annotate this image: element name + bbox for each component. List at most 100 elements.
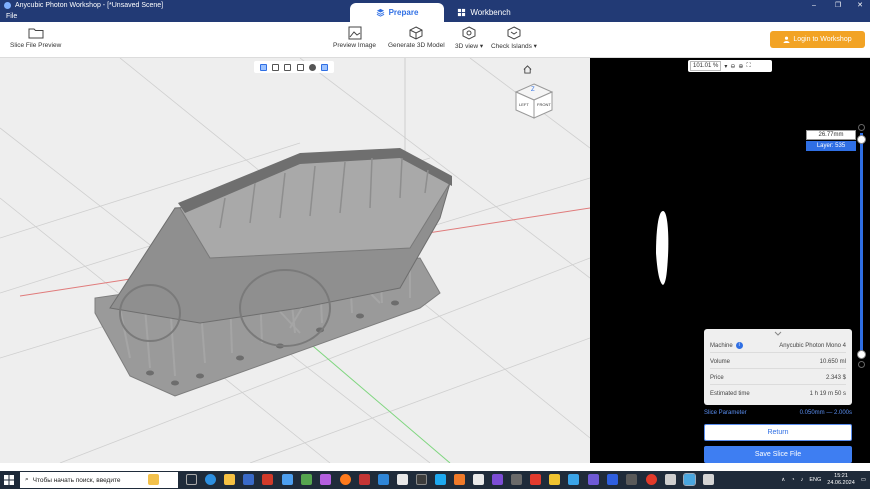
layer-slider-top-handle[interactable] [857, 135, 866, 144]
price-label: Price [710, 374, 724, 381]
layer-height-field[interactable]: 26.77mm [806, 130, 856, 140]
layer-number-badge: Layer: 535 [806, 141, 856, 151]
photon-workshop-taskbar-icon[interactable] [683, 473, 696, 486]
app-icon-violet[interactable] [588, 474, 599, 485]
app-icon-yellow[interactable] [549, 474, 560, 485]
generate-3d-model-label: Generate 3D Model [388, 42, 445, 49]
view-wireframe-icon[interactable] [284, 63, 292, 71]
chevron-down-icon[interactable]: ▾ [724, 63, 727, 70]
app-icon-blue-2[interactable] [378, 474, 389, 485]
slider-bottom-end-icon[interactable] [858, 361, 865, 368]
close-button[interactable]: ✕ [849, 0, 870, 11]
app-icon-white[interactable] [397, 474, 408, 485]
preview-image-button[interactable]: Preview Image [333, 26, 376, 49]
app-icon-purple[interactable] [320, 474, 331, 485]
layer-slice-image [656, 211, 669, 285]
check-islands-button[interactable]: Check Islands ▾ [491, 26, 537, 50]
tab-workbench[interactable]: Workbench [444, 3, 524, 22]
price-row: Price 2.343 $ [710, 371, 846, 385]
slice-file-preview-button[interactable]: Slice File Preview [10, 26, 61, 49]
app-icon-red[interactable] [262, 474, 273, 485]
app-icon-blue[interactable] [282, 474, 293, 485]
save-slice-file-button[interactable]: Save Slice File [704, 446, 852, 463]
tab-prepare[interactable]: Prepare [350, 3, 444, 22]
language-indicator[interactable]: ENG [809, 477, 821, 483]
maximize-button[interactable]: ❐ [827, 0, 849, 11]
volume-icon[interactable]: ♪ [801, 477, 804, 483]
zoom-out-icon[interactable]: ⊖ [730, 63, 735, 70]
login-label: Login to Workshop [793, 36, 852, 43]
cube-icon [409, 26, 423, 40]
machine-row: Machine i Anycubic Photon Mono 4 [710, 339, 846, 353]
app-icon-dark[interactable] [416, 474, 427, 485]
app-logo-icon [4, 2, 11, 9]
store-icon[interactable] [243, 474, 254, 485]
tab-workbench-label: Workbench [470, 8, 511, 17]
app-icon-gray[interactable] [511, 474, 522, 485]
zoom-in-icon[interactable]: ⊕ [738, 63, 743, 70]
view-cube[interactable]: Z LEFT FRONT [512, 80, 556, 122]
slice-parameter[interactable]: Slice Parameter 0.050mm — 2.000s [704, 410, 852, 420]
layer-slider[interactable] [860, 133, 863, 355]
generate-3d-model-button[interactable]: Generate 3D Model [388, 26, 445, 49]
volume-label: Volume [710, 358, 731, 365]
price-value: 2.343 $ [825, 374, 846, 381]
visual-studio-icon[interactable] [492, 474, 503, 485]
clock[interactable]: 15:21 24.06.2024 [827, 473, 855, 487]
volume-row: Volume 10.650 ml [710, 355, 846, 369]
windows-start-icon[interactable] [4, 475, 14, 485]
app-icon-blue-4[interactable] [607, 474, 618, 485]
weather-widget-icon[interactable] [148, 474, 159, 485]
app-icon-gray-2[interactable] [626, 474, 637, 485]
firefox-icon[interactable] [340, 474, 351, 485]
app-icon-blue-3[interactable] [568, 474, 579, 485]
app-icon-light[interactable] [473, 474, 484, 485]
app-icon-red-2[interactable] [359, 474, 370, 485]
notifications-icon[interactable]: ▭ [861, 477, 866, 483]
yandex-browser-icon[interactable] [646, 474, 657, 485]
fit-screen-icon[interactable]: ⛶ [746, 63, 750, 70]
blender-icon[interactable] [454, 474, 465, 485]
model-car-with-supports[interactable] [94, 148, 452, 397]
menu-file[interactable]: File [6, 12, 17, 21]
search-placeholder: Чтобы начать поиск, введите [32, 476, 121, 484]
hexagon-icon [462, 26, 476, 40]
view-solid-icon[interactable] [259, 63, 267, 71]
yandex-icon[interactable] [530, 474, 541, 485]
login-to-workshop-button[interactable]: Login to Workshop [770, 31, 865, 48]
zoom-toolbar: 101.01 % ▾ ⊖ ⊕ ⛶ [688, 60, 772, 72]
view-sphere-icon[interactable] [308, 63, 316, 71]
tray-arrow-icon[interactable]: ∧ [781, 477, 785, 483]
check-islands-label: Check Islands ▾ [491, 43, 537, 50]
time-value: 1 h 19 m 50 s [809, 391, 846, 397]
view-xray-icon[interactable] [271, 63, 279, 71]
time-label: Estimated time [710, 391, 750, 397]
wifi-icon[interactable]: ◔ [791, 477, 794, 483]
view-section-icon[interactable] [296, 63, 304, 71]
grid-icon [458, 8, 466, 17]
build-plate-scene [0, 58, 590, 463]
3d-viewport[interactable]: Z LEFT FRONT [0, 58, 590, 463]
info-icon[interactable]: i [735, 342, 743, 349]
3d-view-button[interactable]: 3D view ▾ [455, 26, 483, 50]
zoom-value[interactable]: 101.01 % [690, 61, 722, 71]
layer-slider-bottom-handle[interactable] [857, 350, 866, 359]
file-explorer-icon[interactable] [224, 474, 235, 485]
view-color-icon[interactable] [321, 63, 329, 71]
image-icon [348, 26, 361, 40]
app-icon-green[interactable] [301, 474, 312, 485]
app-icon-silver-2[interactable] [703, 474, 714, 485]
slice-parameter-value: 0.050mm — 2.000s [799, 410, 852, 416]
task-view-icon[interactable] [186, 474, 197, 485]
clock-time: 15:21 [834, 473, 848, 479]
minimize-button[interactable]: – [803, 0, 825, 11]
return-button[interactable]: Return [704, 424, 852, 441]
edge-icon[interactable] [205, 474, 216, 485]
app-icon-cyan[interactable] [435, 474, 446, 485]
app-icon-silver[interactable] [665, 474, 676, 485]
chevron-down-icon[interactable] [774, 331, 782, 336]
islands-icon [507, 26, 521, 40]
home-icon[interactable] [523, 65, 532, 74]
slider-top-end-icon[interactable] [858, 124, 865, 131]
viewcube-front-label: FRONT [537, 102, 551, 107]
